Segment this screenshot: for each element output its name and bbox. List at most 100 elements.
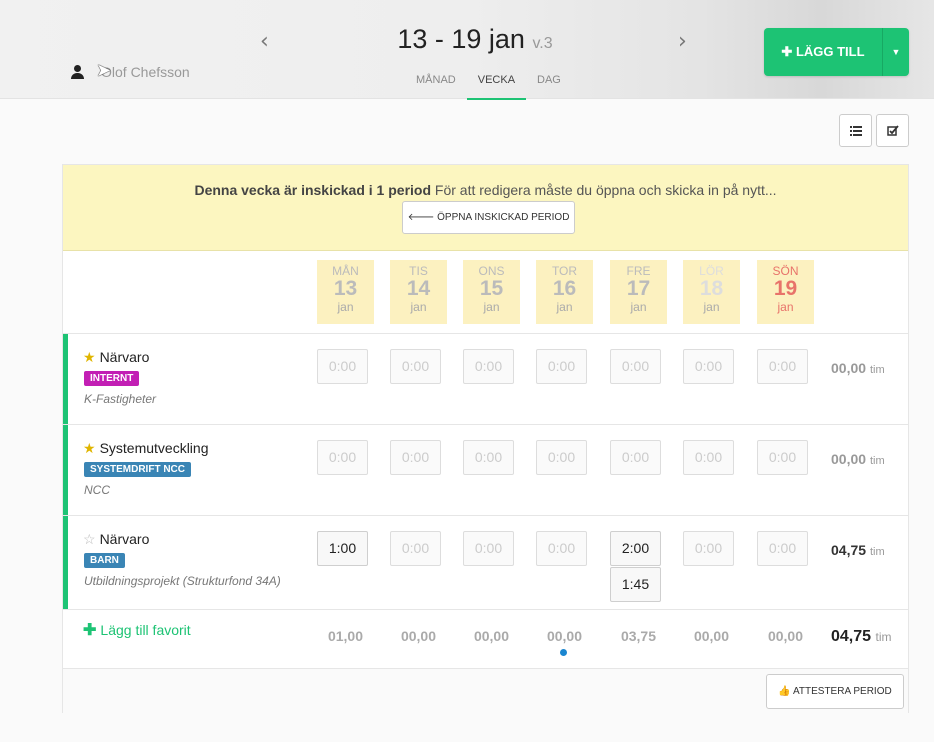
activity-row: ☆ Närvaro BARN Utbildningsprojekt (Strukt…	[63, 515, 908, 609]
check-view-button[interactable]	[876, 114, 909, 147]
activity-name-label: Systemutveckling	[99, 440, 209, 456]
tab-month[interactable]: MÅNAD	[405, 74, 467, 100]
client-name: NCC	[84, 483, 110, 497]
activity-name-label: Närvaro	[99, 531, 150, 547]
time-cell-mon[interactable]: 0:00	[317, 440, 368, 475]
time-cell-fri[interactable]: 2:00	[610, 531, 661, 566]
week-range: 13 - 19 jan	[397, 24, 525, 54]
time-cell-wed[interactable]: 0:00	[463, 349, 514, 384]
row-status-bar	[63, 516, 68, 609]
day-total-mon: 01,00	[327, 628, 364, 644]
today-indicator	[560, 649, 567, 656]
notice-text: Denna vecka är inskickad i 1 period För …	[63, 182, 908, 198]
time-cell-sun[interactable]: 0:00	[757, 349, 808, 384]
week-title: 13 - 19 jan v.3	[300, 24, 650, 55]
day-date: 19	[773, 277, 798, 300]
time-cell-thu[interactable]: 0:00	[536, 531, 587, 566]
time-cell-sat[interactable]: 0:00	[683, 349, 734, 384]
week-total-unit: tim	[875, 630, 892, 644]
timesheet-panel: Denna vecka är inskickad i 1 period För …	[62, 164, 909, 713]
time-cell-mon[interactable]: 1:00	[317, 531, 368, 566]
open-period-button[interactable]: 🡐 ÖPPNA INSKICKAD PERIOD	[402, 201, 575, 234]
week-total-value: 04,75	[831, 628, 872, 645]
day-month: jan	[777, 300, 794, 314]
day-total-sat: 00,00	[693, 628, 730, 644]
row-total: 00,00 tim	[831, 360, 885, 376]
row-total-unit: tim	[869, 455, 885, 467]
day-name: LÖR	[699, 264, 724, 278]
activity-name-label: Närvaro	[99, 349, 150, 365]
day-month: jan	[630, 300, 647, 314]
row-total-unit: tim	[869, 546, 885, 558]
time-cell-fri[interactable]: 0:00	[610, 440, 661, 475]
time-cell-tue[interactable]: 0:00	[390, 349, 441, 384]
client-name: K-Fastigheter	[84, 392, 157, 406]
time-cell-sat[interactable]: 0:00	[683, 440, 734, 475]
activity-row: ★ Systemutveckling SYSTEMDRIFT NCC NCC 0:0…	[63, 424, 908, 515]
time-cell-wed[interactable]: 0:00	[463, 531, 514, 566]
add-dropdown-toggle[interactable]: ▼	[883, 47, 909, 57]
day-header-fri: FRE 17 jan	[610, 260, 667, 324]
add-favorite-label: Lägg till favorit	[100, 622, 191, 638]
day-month: jan	[556, 300, 573, 314]
user-name: Olof Chefsson	[101, 64, 190, 80]
project-tag: SYSTEMDRIFT NCC	[84, 462, 191, 477]
day-month: jan	[483, 300, 500, 314]
add-button[interactable]: ✚ LÄGG TILL	[764, 28, 883, 76]
row-total-unit: tim	[869, 364, 885, 376]
view-tabs: MÅNAD VECKA DAG	[405, 74, 572, 100]
thumbs-up-icon: 👍	[778, 686, 791, 697]
day-header-wed: ONS 15 jan	[463, 260, 520, 324]
favorite-star-icon[interactable]: ★	[83, 440, 96, 456]
client-name: Utbildningsprojekt (Strukturfond 34A)	[84, 574, 281, 588]
list-view-button[interactable]	[839, 114, 872, 147]
time-cell-fri[interactable]: 0:00	[610, 349, 661, 384]
project-tag: INTERNT	[84, 371, 140, 386]
activity-name: ★ Närvaro	[83, 349, 149, 366]
day-name: TOR	[551, 264, 578, 278]
favorite-star-icon[interactable]: ☆	[83, 531, 96, 547]
tab-day[interactable]: DAG	[526, 74, 572, 100]
notice-bold: Denna vecka är inskickad i 1 period	[194, 182, 432, 198]
notice-rest: För att redigera måste du öppna och skic…	[431, 182, 777, 198]
time-cell-mon[interactable]: 0:00	[317, 349, 368, 384]
row-total: 00,00 tim	[831, 451, 885, 467]
favorite-star-icon[interactable]: ★	[83, 349, 96, 365]
time-cell-fri-extra[interactable]: 1:45	[610, 567, 661, 602]
time-cell-sat[interactable]: 0:00	[683, 531, 734, 566]
mouse-cursor-icon: ➤	[96, 60, 112, 80]
time-cell-tue[interactable]: 0:00	[390, 531, 441, 566]
day-date: 15	[479, 277, 504, 300]
row-total-value: 00,00	[831, 451, 867, 467]
time-cell-sun[interactable]: 0:00	[757, 440, 808, 475]
day-name: TIS	[409, 264, 428, 278]
chevron-down-icon: ▼	[891, 47, 901, 57]
plus-icon: ✚	[83, 622, 97, 639]
next-week-button[interactable]: ›	[678, 29, 687, 54]
time-cell-thu[interactable]: 0:00	[536, 440, 587, 475]
prev-week-button[interactable]: ‹	[260, 29, 269, 54]
day-date: 16	[552, 277, 577, 300]
day-date: 14	[406, 277, 431, 300]
add-favorite-link[interactable]: ✚ Lägg till favorit	[83, 620, 191, 640]
row-status-bar	[63, 425, 68, 515]
time-cell-tue[interactable]: 0:00	[390, 440, 441, 475]
time-cell-wed[interactable]: 0:00	[463, 440, 514, 475]
week-total: 04,75 tim	[831, 628, 892, 646]
tab-week[interactable]: VECKA	[466, 74, 527, 100]
attest-period-button[interactable]: 👍 ATTESTERA PERIOD	[766, 674, 904, 709]
day-total-wed: 00,00	[473, 628, 510, 644]
day-month: jan	[337, 300, 354, 314]
day-total-thu: 00,00	[546, 628, 583, 644]
row-total-value: 04,75	[831, 542, 867, 558]
day-name: SÖN	[772, 264, 799, 278]
version-label: v.3	[532, 35, 553, 52]
user-icon	[71, 65, 85, 79]
user-menu[interactable]: Olof Chefsson	[71, 64, 190, 80]
day-header-mon: MÅN 13 jan	[317, 260, 374, 324]
time-cell-sun[interactable]: 0:00	[757, 531, 808, 566]
time-cell-thu[interactable]: 0:00	[536, 349, 587, 384]
list-icon	[849, 126, 862, 136]
day-name: ONS	[478, 264, 505, 278]
submitted-notice: Denna vecka är inskickad i 1 period För …	[63, 165, 908, 251]
